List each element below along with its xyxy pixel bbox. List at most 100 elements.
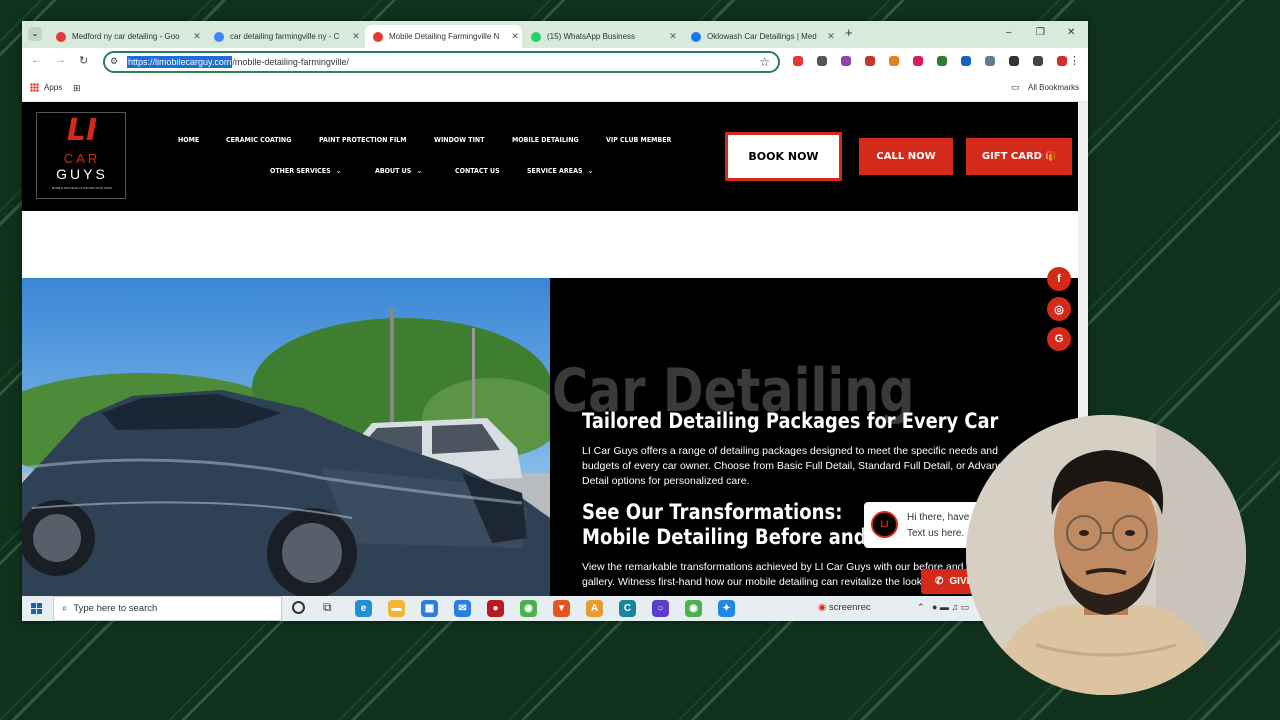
restore-button[interactable]: ❐ <box>1036 27 1045 38</box>
extension-icon[interactable] <box>793 56 803 66</box>
all-bookmarks-link[interactable]: All Bookmarks <box>1028 83 1079 92</box>
logo-tagline: MOBILE DETAILING & PROTECTION SHOP <box>51 186 113 190</box>
nav-link[interactable]: CERAMIC COATING <box>226 136 291 144</box>
car-photo <box>22 278 550 596</box>
close-tab-icon[interactable]: ✕ <box>349 31 363 42</box>
chrome-icon-2[interactable]: ◉ <box>685 600 702 617</box>
tray-icons[interactable]: ● ▬ ♫ ▭ <box>932 602 969 613</box>
tab-favicon-icon <box>214 31 224 42</box>
logo-line1: CAR <box>63 151 101 166</box>
tab-search-button[interactable]: ⌄ <box>28 27 42 41</box>
extension-icon[interactable] <box>817 56 827 66</box>
browser-tab[interactable]: Medford ny car detailing - Goo ✕ <box>48 25 204 48</box>
phone-icon: ✆ <box>935 576 944 587</box>
apps-link[interactable]: Apps <box>44 83 62 92</box>
app-red-icon[interactable]: ● <box>487 600 504 617</box>
hero-heading-transformations: See Our Transformations: Mobile Detailin… <box>582 500 867 552</box>
facebook-icon[interactable]: f <box>1047 267 1071 291</box>
gift-card-button[interactable]: GIFT CARD 🎁 <box>966 138 1072 175</box>
windows-start-icon[interactable] <box>31 603 42 614</box>
app-teal-icon[interactable]: C <box>619 600 636 617</box>
browser-tab[interactable]: Mobile Detailing Farmingville N ✕ <box>365 25 522 48</box>
extension-icon[interactable] <box>1009 56 1019 66</box>
nav-link[interactable]: VIP CLUB MEMBER <box>606 136 671 144</box>
nav-link[interactable]: OTHER SERVICES ⌄ <box>270 167 341 175</box>
instagram-icon[interactable]: ◎ <box>1047 297 1071 321</box>
screenrec-indicator[interactable]: ◉ screenrec <box>818 602 871 613</box>
hero-paragraph-packages: LI Car Guys offers a range of detailing … <box>582 445 1015 487</box>
tab-title: Oklowash Car Detailings | Med <box>707 32 817 41</box>
minimize-button[interactable]: – <box>1006 27 1012 38</box>
extension-icon[interactable] <box>913 56 923 66</box>
extension-icon[interactable] <box>937 56 947 66</box>
tray-chevron-icon[interactable]: ⌃ <box>917 602 925 613</box>
site-logo[interactable]: LI CAR GUYS MOBILE DETAILING & PROTECTIO… <box>36 112 126 199</box>
extension-icon[interactable] <box>985 56 995 66</box>
extension-icon[interactable] <box>961 56 971 66</box>
webpage: LI CAR GUYS MOBILE DETAILING & PROTECTIO… <box>22 102 1078 596</box>
close-window-button[interactable]: ✕ <box>1067 27 1075 38</box>
nav-link[interactable]: WINDOW TINT <box>434 136 485 144</box>
browser-tab[interactable]: car detailing farmingville ny - C ✕ <box>206 25 363 48</box>
close-tab-icon[interactable]: ✕ <box>666 31 680 42</box>
app-purple-icon[interactable]: ○ <box>652 600 669 617</box>
tab-favicon-icon <box>691 31 701 42</box>
file-explorer-icon[interactable]: ▬ <box>388 600 405 617</box>
google-icon[interactable]: G <box>1047 327 1071 351</box>
brave-icon[interactable]: ▼ <box>553 600 570 617</box>
new-tab-button[interactable]: + <box>845 25 853 40</box>
logo-line2: GUYS <box>56 166 108 182</box>
chrome-icon[interactable]: ◉ <box>520 600 537 617</box>
nav-link[interactable]: ABOUT US ⌄ <box>375 167 422 175</box>
tab-favicon-icon <box>531 31 541 42</box>
chat-line2: Text us here. <box>907 528 965 539</box>
close-tab-icon[interactable]: ✕ <box>190 31 204 42</box>
hero-heading-packages: Tailored Detailing Packages for Every Ca… <box>582 409 999 433</box>
tab-favicon-icon <box>373 31 383 42</box>
logo-mark: LI <box>66 113 98 148</box>
search-icon: ⌕ <box>62 603 68 614</box>
browser-tab[interactable]: Oklowash Car Detailings | Med ✕ <box>683 25 838 48</box>
nav-link[interactable]: HOME <box>178 136 199 144</box>
windows-taskbar: ⌕ Type here to search ⧉ e ▬ ▦ ✉ ● ◉ ▼ A C ○ ◉ ✦ ◉ sc… <box>22 596 1088 621</box>
store-icon[interactable]: ▦ <box>421 600 438 617</box>
book-now-button[interactable]: BOOK NOW <box>725 132 842 181</box>
tab-title: (15) WhatsApp Business <box>547 32 636 41</box>
forward-icon[interactable]: → <box>55 54 66 66</box>
nav-link[interactable]: PAINT PROTECTION FILM <box>319 136 406 144</box>
mail-icon[interactable]: ✉ <box>454 600 471 617</box>
extension-icon[interactable] <box>841 56 851 66</box>
tab-groups-icon[interactable]: ⊞ <box>73 83 81 94</box>
app-blue-icon[interactable]: ✦ <box>718 600 735 617</box>
chevron-down-icon: ⌄ <box>587 167 594 175</box>
back-icon[interactable]: ← <box>31 54 42 66</box>
extension-icon[interactable] <box>865 56 875 66</box>
reload-icon[interactable]: ↻ <box>79 54 88 67</box>
browser-tab[interactable]: (15) WhatsApp Business ✕ <box>523 25 680 48</box>
address-bar[interactable]: ⚙ https://limobilecarguy.com/mobile-deta… <box>103 51 780 73</box>
cortana-icon[interactable] <box>292 601 305 614</box>
call-now-button[interactable]: CALL NOW <box>859 138 953 175</box>
nav-link[interactable]: CONTACT US <box>455 167 500 175</box>
close-tab-icon[interactable]: ✕ <box>508 31 522 42</box>
edge-icon[interactable]: e <box>355 600 372 617</box>
taskbar-search-input[interactable]: ⌕ Type here to search <box>53 596 282 621</box>
extension-icon[interactable] <box>1057 56 1067 66</box>
extension-icon[interactable] <box>889 56 899 66</box>
star-icon[interactable]: ☆ <box>759 55 770 69</box>
extension-icon[interactable] <box>1033 56 1043 66</box>
folder-icon: ▭ <box>1011 82 1020 92</box>
nav-link[interactable]: MOBILE DETAILING <box>512 136 579 144</box>
tab-title: car detailing farmingville ny - C <box>230 32 340 41</box>
menu-icon[interactable]: ⋮ <box>1069 54 1080 67</box>
close-tab-icon[interactable]: ✕ <box>824 31 838 42</box>
site-info-icon[interactable]: ⚙ <box>110 56 118 67</box>
app-a-icon[interactable]: A <box>586 600 603 617</box>
bookmarks-bar: Apps ⊞ ▭ All Bookmarks <box>22 75 1088 102</box>
chevron-down-icon: ⌄ <box>416 167 422 175</box>
chat-avatar: LI <box>871 511 898 538</box>
task-view-icon[interactable]: ⧉ <box>323 600 332 615</box>
nav-link[interactable]: SERVICE AREAS ⌄ <box>527 167 593 175</box>
tab-favicon-icon <box>56 31 66 42</box>
apps-grid-icon[interactable] <box>30 83 39 92</box>
